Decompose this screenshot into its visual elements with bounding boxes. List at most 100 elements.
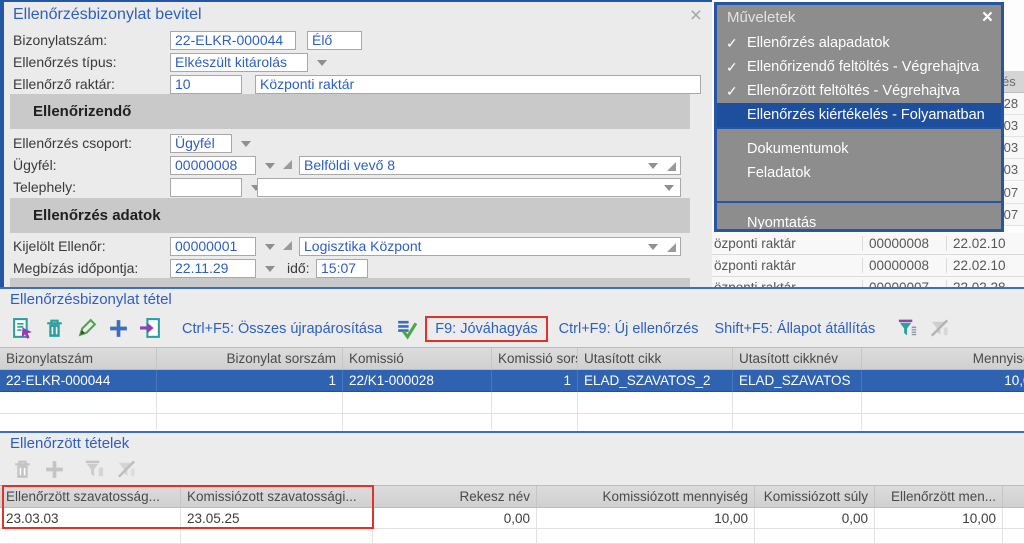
pencil-icon — [78, 318, 96, 337]
filter-off-icon — [117, 460, 135, 478]
filter-button-disabled — [80, 456, 108, 484]
menu-item-label: Ellenőrizendő feltöltés - Végrehajtva — [747, 59, 980, 75]
telephely-code-combobox[interactable] — [170, 178, 242, 197]
column-header[interactable]: Bizonylat sorszám — [157, 348, 343, 369]
ellenorzott-table-header: Ellenőrzött szavatosság... Komissiózott … — [0, 485, 1024, 508]
column-header[interactable]: Mennyiség — [862, 348, 1024, 369]
menu-item-ellenorzott-feltoltes[interactable]: ✓ Ellenőrzött feltöltés - Végrehajtva — [717, 79, 1001, 103]
dropdown-arrow-icon[interactable] — [265, 266, 275, 272]
column-header[interactable]: Ellenőrzött szavatosság... — [0, 486, 181, 507]
table-row-empty[interactable] — [0, 392, 1024, 414]
dropdown-arrow-icon[interactable] — [241, 141, 251, 147]
approve-button[interactable]: F9: Jóváhagyás — [425, 315, 548, 342]
check-icon: ✓ — [726, 59, 738, 75]
table-row-selected[interactable]: 22-ELKR-000044 1 22/K1-000028 1 ELAD_SZA… — [0, 370, 1024, 392]
menu-item-label: Ellenőrzés alapadatok — [747, 35, 890, 51]
megbizas-time-field[interactable]: 15:07 — [316, 259, 368, 278]
dropdown-arrow-icon[interactable] — [317, 60, 327, 66]
table-row-empty[interactable] — [0, 414, 1024, 430]
menu-item-label: Dokumentumok — [747, 141, 849, 157]
telephely-name-field[interactable] — [257, 178, 681, 197]
list-check-button[interactable] — [392, 315, 420, 343]
cell: 0,00 — [373, 508, 537, 529]
menu-item-ellenorizendo-feltoltes[interactable]: ✓ Ellenőrizendő feltöltés - Végrehajtva — [717, 55, 1001, 79]
column-header[interactable]: Utasított cikk — [578, 348, 733, 369]
column-header[interactable]: Komissiózott mennyiség — [537, 486, 755, 507]
dropdown-arrow-icon[interactable] — [265, 163, 275, 169]
ellenor-code-combobox[interactable]: 00000001 — [170, 237, 256, 256]
megbizas-date-combobox[interactable]: 22.11.29 — [170, 259, 256, 278]
new-check-button[interactable]: Ctrl+F9: Új ellenőrzés — [551, 317, 707, 341]
panel-title: Műveletek × — [717, 5, 1001, 31]
table-row-empty[interactable] — [0, 529, 1024, 544]
dropdown-arrow-icon[interactable] — [648, 244, 658, 250]
trash-icon — [14, 460, 30, 478]
bizonylatszam-field[interactable]: 22-ELKR-000044 — [170, 31, 296, 50]
dropdown-arrow-icon[interactable] — [265, 244, 275, 250]
panel-title-text: Műveletek — [727, 9, 796, 26]
ellenorzott-toolbar — [0, 454, 1024, 485]
status-field[interactable]: Élő — [307, 31, 362, 50]
lookup-icon[interactable] — [283, 160, 292, 169]
csoport-combobox[interactable]: Ügyfél — [170, 134, 232, 153]
menu-item-label: Feladatok — [747, 165, 811, 181]
lookup-icon[interactable] — [667, 162, 676, 171]
menu-item-label: Ellenőrzött feltöltés - Végrehajtva — [747, 83, 960, 99]
tetel-section-title: Ellenőrzésbizonylat tétel — [10, 291, 172, 308]
dropdown-arrow-icon[interactable] — [664, 185, 674, 191]
column-header[interactable]: Komissió — [343, 348, 492, 369]
repair-all-button[interactable]: Ctrl+F5: Összes újrapárosítása — [174, 317, 390, 341]
state-change-button[interactable]: Shift+F5: Állapot átállítás — [706, 317, 883, 341]
lookup-icon[interactable] — [667, 243, 676, 252]
cell: 23.03.03 — [0, 508, 181, 529]
dialog-title: Ellenőrzésbizonylat bevitel — [13, 6, 202, 23]
raktar-code-field[interactable]: 10 — [170, 75, 242, 94]
section-header-adatok: Ellenőrzés adatok — [10, 198, 690, 233]
edit-button[interactable] — [72, 315, 100, 343]
bizonylatszam-label: Bizonylatszám: — [13, 32, 108, 48]
raktar-label: Ellenőrző raktár: — [13, 76, 115, 92]
tetel-toolbar: Ctrl+F5: Összes újrapárosítása F9: Jóváh… — [0, 310, 1024, 347]
filter-button[interactable] — [893, 315, 921, 343]
column-header[interactable]: Komissiózott súly — [755, 486, 875, 507]
filter-icon — [85, 460, 103, 477]
column-header[interactable]: Komissiózott szavatossági... — [181, 486, 373, 507]
dropdown-arrow-icon[interactable] — [648, 163, 658, 169]
close-icon[interactable]: × — [690, 4, 702, 28]
delete-button[interactable] — [40, 315, 68, 343]
tetel-section: Ellenőrzésbizonylat tétel Ctrl+F5: Össze… — [0, 287, 1024, 430]
cell: ELAD_SZAVATOS — [733, 370, 862, 392]
column-header[interactable]: Rekesz név — [373, 486, 537, 507]
close-icon[interactable]: × — [982, 5, 993, 31]
add-button[interactable] — [104, 315, 132, 343]
lookup-icon[interactable] — [283, 241, 292, 250]
list-check-icon — [397, 320, 418, 340]
menu-item-kiertekeles-selected[interactable]: Ellenőrzés kiértékelés - Folyamatban — [717, 103, 1001, 127]
section-header-ellenorizendo: Ellenőrizendő — [10, 94, 690, 129]
plus-icon — [45, 461, 63, 478]
column-header[interactable]: Utasított cikknév — [733, 348, 862, 369]
trash-icon — [46, 319, 62, 337]
filter-clear-button[interactable] — [925, 315, 953, 343]
telephely-label: Telephely: — [13, 179, 77, 195]
column-header[interactable]: Ellenőrzött men... — [875, 486, 1003, 507]
import-button[interactable] — [136, 315, 164, 343]
ugyfel-name-field[interactable]: Belföldi vevő 8 — [299, 156, 681, 175]
menu-item-nyomtatas[interactable]: Nyomtatás — [717, 211, 1001, 229]
raktar-name-field[interactable]: Központi raktár — [255, 75, 701, 94]
ugyfel-code-combobox[interactable]: 00000008 — [170, 156, 256, 175]
tipus-combobox[interactable]: Elkészült kitárolás — [170, 53, 308, 72]
column-header[interactable]: Komissió sors... — [492, 348, 578, 369]
menu-item-dokumentumok[interactable]: Dokumentumok — [717, 137, 1001, 161]
ellenor-name-value: Logisztika Központ — [304, 238, 422, 254]
menu-item-feladatok[interactable]: Feladatok — [717, 161, 1001, 185]
ellenor-name-field[interactable]: Logisztika Központ — [299, 237, 681, 256]
table-row[interactable]: 23.03.03 23.05.25 0,00 10,00 0,00 10,00 — [0, 508, 1024, 529]
open-document-button[interactable] — [8, 315, 36, 343]
table-row[interactable]: özponti raktár 00000008 22.02.10 — [712, 233, 1024, 255]
filter-icon — [898, 319, 916, 336]
menu-item-label: Ellenőrzés kiértékelés - Folyamatban — [747, 107, 985, 123]
menu-item-alapadatok[interactable]: ✓ Ellenőrzés alapadatok — [717, 31, 1001, 55]
table-row[interactable]: özponti raktár 00000008 22.02.10 — [712, 255, 1024, 277]
column-header[interactable]: Bizonylatszám — [0, 348, 157, 369]
